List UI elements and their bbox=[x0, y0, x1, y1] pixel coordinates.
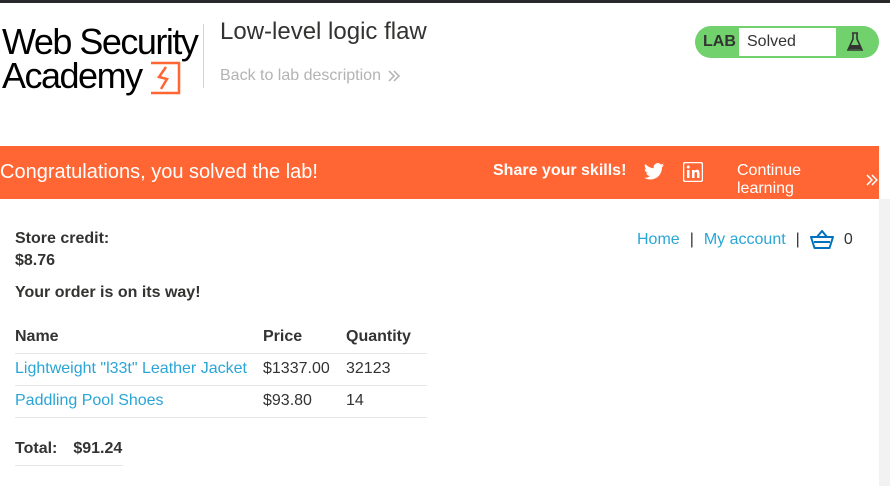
column-header-price: Price bbox=[263, 327, 303, 345]
total-value: $91.24 bbox=[73, 440, 123, 457]
product-link[interactable]: Paddling Pool Shoes bbox=[15, 392, 164, 409]
header-divider bbox=[203, 24, 204, 88]
congratulations-message: Congratulations, you solved the lab! bbox=[0, 161, 318, 183]
order-status-message: Your order is on its way! bbox=[15, 284, 201, 301]
column-header-quantity: Quantity bbox=[346, 327, 411, 345]
product-price-cell: $1337.00 bbox=[263, 352, 346, 385]
home-link[interactable]: Home bbox=[637, 231, 680, 249]
top-border bbox=[0, 0, 890, 3]
nav-separator: | bbox=[795, 231, 800, 248]
logo-line-2: Academy bbox=[2, 55, 143, 96]
top-nav: Home | My account | 0 bbox=[637, 230, 853, 250]
continue-learning-label: Continue learning bbox=[737, 162, 802, 197]
double-chevron-icon bbox=[388, 70, 401, 82]
my-account-link[interactable]: My account bbox=[704, 231, 786, 249]
lab-badge-label: LAB bbox=[703, 33, 736, 50]
logo-bolt-icon bbox=[151, 61, 181, 95]
cart-icon bbox=[809, 230, 834, 249]
share-skills-label: Share your skills! bbox=[493, 162, 627, 179]
product-name-cell: Paddling Pool Shoes bbox=[15, 384, 263, 418]
table-row: Paddling Pool Shoes $93.80 14 bbox=[15, 384, 427, 418]
order-table: Name Price Quantity Lightweight "l33t" L… bbox=[15, 321, 427, 418]
back-link-label: Back to lab description bbox=[220, 67, 381, 84]
solved-banner: Congratulations, you solved the lab! Sha… bbox=[0, 146, 879, 199]
store-credit-label: Store credit: bbox=[15, 230, 110, 247]
continue-learning-link[interactable]: Continue learning bbox=[737, 162, 879, 198]
column-header-name: Name bbox=[15, 327, 59, 345]
twitter-icon[interactable] bbox=[643, 162, 665, 182]
product-price-cell: $93.80 bbox=[263, 384, 346, 418]
lab-title: Low-level logic flaw bbox=[220, 18, 427, 45]
table-header-row: Name Price Quantity bbox=[15, 321, 427, 353]
lab-status-badge: LAB Solved bbox=[695, 26, 879, 58]
web-security-academy-logo[interactable]: Web Security Academy bbox=[2, 24, 202, 98]
product-quantity-cell: 32123 bbox=[346, 352, 427, 385]
table-row: Lightweight "l33t" Leather Jacket $1337.… bbox=[15, 352, 427, 385]
order-total: Total: $91.24 bbox=[15, 440, 122, 458]
cart-count: 0 bbox=[843, 231, 853, 248]
lab-status-value: Solved bbox=[739, 28, 836, 56]
double-chevron-icon bbox=[866, 174, 879, 186]
back-to-lab-description-link[interactable]: Back to lab description bbox=[220, 67, 401, 85]
store-credit-value: $8.76 bbox=[15, 252, 56, 269]
flask-icon bbox=[846, 32, 864, 51]
scrollbar-track[interactable] bbox=[879, 199, 890, 486]
total-label: Total: bbox=[15, 440, 58, 457]
total-underline bbox=[15, 465, 123, 466]
nav-separator: | bbox=[689, 231, 694, 248]
product-link[interactable]: Lightweight "l33t" Leather Jacket bbox=[15, 360, 247, 377]
linkedin-icon[interactable] bbox=[683, 162, 703, 182]
cart-link[interactable]: 0 bbox=[809, 230, 853, 250]
product-name-cell: Lightweight "l33t" Leather Jacket bbox=[15, 352, 263, 385]
product-quantity-cell: 14 bbox=[346, 384, 427, 418]
